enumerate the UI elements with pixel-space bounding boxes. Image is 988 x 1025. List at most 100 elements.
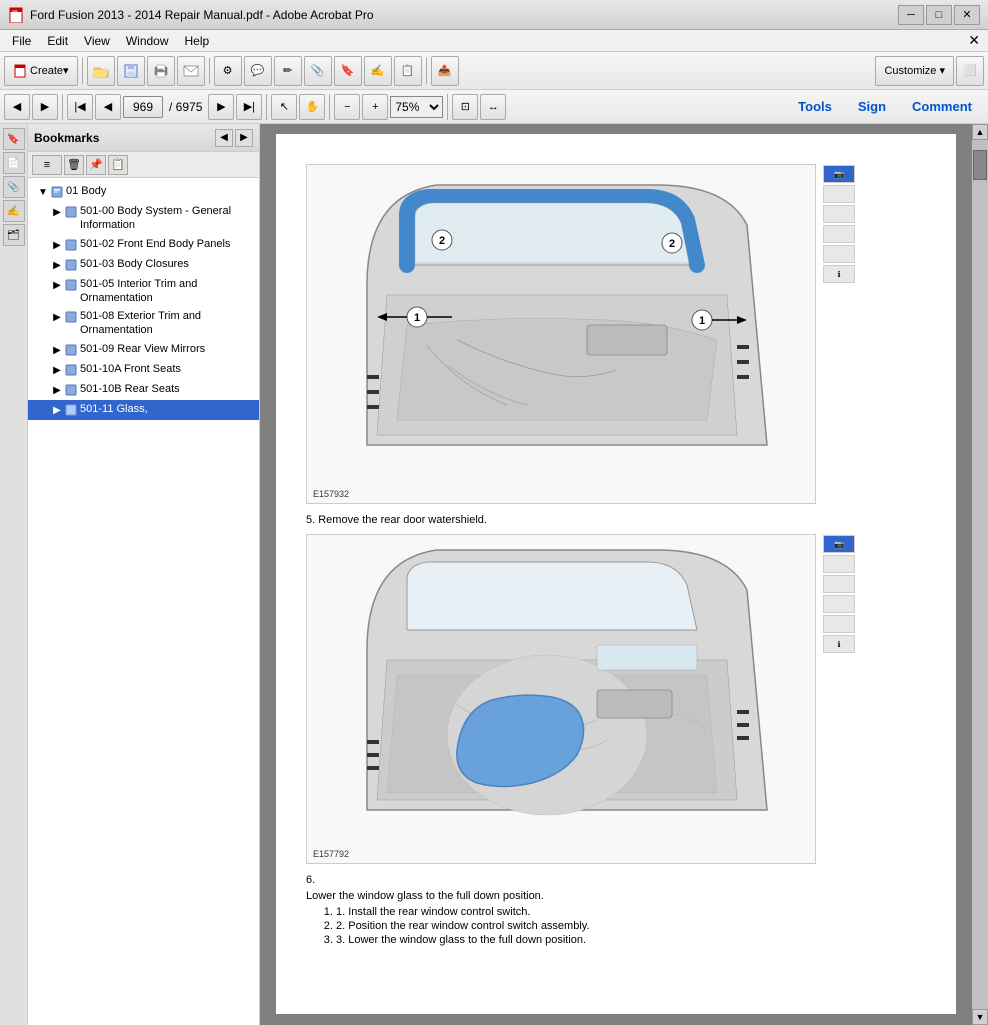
bookmark-item-501-09[interactable]: ▶ 501-09 Rear View Mirrors (28, 340, 259, 360)
left-tab-attachments[interactable]: 📎 (3, 176, 25, 198)
bookmark-item-501-00[interactable]: ▶ 501-00 Body System - General Informati… (28, 202, 259, 235)
side-icons-1: 📷 ℹ (823, 165, 855, 283)
select-tool-button[interactable]: ↖ (271, 94, 297, 120)
bookmark-icon-501-09 (64, 342, 80, 358)
bookmarks-panel: Bookmarks ◀ ▶ ≡ 🗑 📌 📋 ▼ 01 Body ▶ (28, 124, 260, 1025)
left-tab-pages[interactable]: 📄 (3, 152, 25, 174)
sign-panel-button[interactable]: Sign (846, 95, 898, 118)
toolbar: Create ▾ ⚙ 💬 ✏ 📎 🔖 ✍ 📋 📤 Customize ▾ ⬜ (0, 52, 988, 90)
navigation-toolbar: ◀ ▶ |◀ ◀ 969 / 6975 ▶ ▶| ↖ ✋ − + 75% 50%… (0, 90, 988, 124)
first-page-button[interactable]: |◀ (67, 94, 93, 120)
side-icon-camera: 📷 (823, 165, 855, 183)
svg-text:1: 1 (699, 315, 705, 327)
window-controls: ─ □ ✕ (898, 5, 980, 25)
left-tab-bookmarks[interactable]: 🔖 (3, 128, 25, 150)
zoom-separator2 (447, 94, 448, 120)
customize-button[interactable]: Customize ▾ (875, 56, 954, 86)
markup-button[interactable]: ✏ (274, 56, 302, 86)
sign-tool-button[interactable]: ✍ (364, 56, 392, 86)
bookmark-label-501-10a: 501-10A Front Seats (80, 362, 255, 376)
fit-page-button[interactable]: ⊡ (452, 94, 478, 120)
menu-close-icon[interactable]: ✕ (964, 32, 984, 49)
next-page-button[interactable]: ▶ (208, 94, 234, 120)
hand-tool-button[interactable]: ✋ (299, 94, 325, 120)
window-title: Ford Fusion 2013 - 2014 Repair Manual.pd… (30, 8, 898, 22)
page-number-input[interactable]: 969 (123, 96, 163, 118)
expand-icon-501-10b: ▶ (50, 384, 64, 397)
bookmark-item-501-05[interactable]: ▶ 501-05 Interior Trim and Ornamentation (28, 275, 259, 308)
menu-view[interactable]: View (76, 32, 118, 50)
export-button[interactable]: 📤 (431, 56, 459, 86)
panel-header: Bookmarks ◀ ▶ (28, 124, 259, 152)
expand-icon-501-10a: ▶ (50, 364, 64, 377)
left-tab-layers[interactable]: 🗂 (3, 224, 25, 246)
back-button[interactable]: ◀ (4, 94, 30, 120)
step-6-container: 6. Lower the window glass to the full do… (306, 874, 926, 946)
diagram-1: 1 1 2 2 (306, 164, 816, 504)
right-scrollbar: ▲ ▼ (972, 124, 988, 1025)
bookmark-icon-501-10b (64, 382, 80, 398)
bookmark-options-button[interactable]: 📋 (108, 155, 128, 175)
menu-file[interactable]: File (4, 32, 39, 50)
panel-toggle-button[interactable]: ⬜ (956, 56, 984, 86)
new-bookmark-button[interactable]: 📌 (86, 155, 106, 175)
pdf-content-area[interactable]: 1 1 2 2 (260, 124, 972, 1025)
fit-width-button[interactable]: ↔ (480, 94, 506, 120)
close-button[interactable]: ✕ (954, 5, 980, 25)
menu-help[interactable]: Help (177, 32, 218, 50)
menu-window[interactable]: Window (118, 32, 177, 50)
tools-panel-button[interactable]: Tools (786, 95, 844, 118)
form-button[interactable]: 📋 (394, 56, 422, 86)
comment-tool-button[interactable]: 💬 (244, 56, 272, 86)
left-tabs: 🔖 📄 📎 ✍ 🗂 (0, 124, 28, 1025)
bookmark-item-01body[interactable]: ▼ 01 Body (28, 182, 259, 202)
maximize-button[interactable]: □ (926, 5, 952, 25)
tools-button[interactable]: ⚙ (214, 56, 242, 86)
svg-text:2: 2 (669, 238, 675, 250)
side-icon-2-camera: 📷 (823, 535, 855, 553)
expand-icon-501-05: ▶ (50, 279, 64, 292)
menu-edit[interactable]: Edit (39, 32, 76, 50)
step-6-sub-text: Lower the window glass to the full down … (306, 890, 926, 902)
diagram-2-svg (307, 535, 817, 855)
step-6-sub2: 2. Position the rear window control swit… (336, 920, 926, 932)
bookmark-item-501-10b[interactable]: ▶ 501-10B Rear Seats (28, 380, 259, 400)
side-icon-4 (823, 245, 855, 263)
bookmark-item-501-11[interactable]: ▶ 501-11 Glass, (28, 400, 259, 420)
bookmark-icon-501-02 (64, 237, 80, 253)
zoom-out-button[interactable]: − (334, 94, 360, 120)
diagram-1-svg: 1 1 2 2 (307, 165, 817, 495)
expand-icon-501-00: ▶ (50, 206, 64, 219)
scroll-down-button[interactable]: ▼ (972, 1009, 988, 1025)
expand-all-button[interactable]: ≡ (32, 155, 62, 175)
delete-bookmark-button[interactable]: 🗑 (64, 155, 84, 175)
forward-button[interactable]: ▶ (32, 94, 58, 120)
open-button[interactable] (87, 56, 115, 86)
bookmark-item-501-10a[interactable]: ▶ 501-10A Front Seats (28, 360, 259, 380)
save-button[interactable] (117, 56, 145, 86)
prev-page-button[interactable]: ◀ (95, 94, 121, 120)
print-button[interactable] (147, 56, 175, 86)
bookmark-item-501-02[interactable]: ▶ 501-02 Front End Body Panels (28, 235, 259, 255)
stamp-button[interactable]: 🔖 (334, 56, 362, 86)
email-button[interactable] (177, 56, 205, 86)
panel-prev-button[interactable]: ◀ (215, 129, 233, 147)
create-button[interactable]: Create ▾ (4, 56, 78, 86)
comment-panel-button[interactable]: Comment (900, 95, 984, 118)
menu-bar: File Edit View Window Help ✕ (0, 30, 988, 52)
attach-button[interactable]: 📎 (304, 56, 332, 86)
bookmark-label-501-00: 501-00 Body System - General Information (80, 204, 255, 233)
bookmark-item-501-03[interactable]: ▶ 501-03 Body Closures (28, 255, 259, 275)
scroll-up-button[interactable]: ▲ (972, 124, 988, 140)
bookmark-icon-501-10a (64, 362, 80, 378)
step-6-number: 6. (306, 874, 926, 886)
zoom-in-button[interactable]: + (362, 94, 388, 120)
minimize-button[interactable]: ─ (898, 5, 924, 25)
svg-text:PDF: PDF (12, 9, 18, 13)
left-tab-signatures[interactable]: ✍ (3, 200, 25, 222)
bookmark-item-501-08[interactable]: ▶ 501-08 Exterior Trim and Ornamentation (28, 307, 259, 340)
last-page-button[interactable]: ▶| (236, 94, 262, 120)
scroll-thumb[interactable] (973, 150, 987, 180)
panel-next-button[interactable]: ▶ (235, 129, 253, 147)
zoom-select[interactable]: 75% 50% 100% 125% 150% (390, 96, 443, 118)
